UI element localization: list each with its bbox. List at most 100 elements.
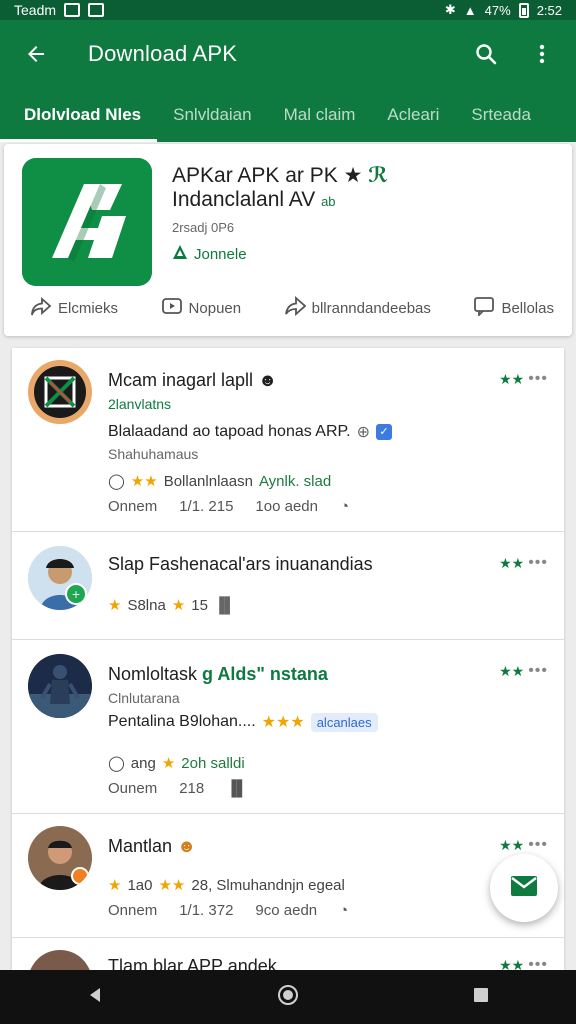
post-rating-row: ★ S8lna ★ 15 ▐▌ [108, 596, 236, 615]
avatar[interactable] [28, 654, 92, 718]
app-card[interactable]: APKar APK ar PK ★ ℛ Indanclalanl AV ab 2… [4, 144, 572, 336]
review-feed[interactable]: Mcam inagarl lapll ☻ 2lanvlatns Blalaada… [12, 348, 564, 970]
notification-icon [88, 3, 105, 17]
post-body: Blalaadand ao tapoad honas ARP. ⊕ ✓ [108, 422, 392, 442]
post-rating[interactable]: ★★ ••• [499, 836, 548, 854]
more-vert-icon[interactable] [526, 38, 558, 70]
notification-icon [64, 3, 81, 17]
status-bar: Teadm ✱ ▲ 47% 2:52 [0, 0, 576, 20]
tab-download-files[interactable]: Dlolvload Nles [0, 88, 158, 142]
forward-icon [284, 295, 306, 320]
app-bar: Download APK [0, 20, 576, 88]
more-icon[interactable]: ••• [528, 956, 548, 970]
title-star: ★ [343, 164, 363, 187]
more-icon[interactable]: ••• [528, 554, 548, 572]
tab-2[interactable]: Snlvldaian [157, 88, 267, 142]
post-author: Slap Fashenacal'ars inuanandias [108, 554, 373, 574]
system-nav-bar [0, 970, 576, 1024]
compose-fab[interactable] [490, 854, 558, 922]
nav-recents-icon[interactable] [471, 985, 491, 1010]
forward-button[interactable]: bllranndandeebas [284, 295, 431, 320]
feed-post[interactable]: Mcam inagarl lapll ☻ 2lanvlatns Blalaada… [12, 348, 564, 532]
svg-text:+: + [71, 588, 80, 601]
rating-stars: ★★★ [261, 714, 305, 731]
post-link[interactable]: 2oh salldi [181, 755, 244, 772]
post-author: Mantlan ☻ [108, 836, 197, 856]
bluetooth-icon: ✱ [444, 2, 456, 17]
app-size: 2rsadj 0P6 [172, 220, 235, 235]
rating-stars: ★★ [130, 473, 158, 490]
bookmark-icon[interactable]: ▐▌ [226, 780, 247, 797]
post-handle: Clnlutarana [108, 690, 180, 706]
post-rating-row: ◯ ★★ Bollanlnlaasn Aynlk. slad [108, 472, 332, 491]
post-rating-row: ◯ ang ★ 2oh salldi [108, 754, 245, 773]
feed-post[interactable]: Mantlan ☻ ★ 1a0 ★★ 28, Slmuhandnjn egeal… [12, 814, 564, 938]
post-rating[interactable]: ★★ ••• [499, 662, 548, 680]
comment-button[interactable]: Bellolas [473, 296, 554, 320]
post-link[interactable]: Aynlk. slad [259, 473, 331, 490]
tag-chip[interactable]: alcanlaes [310, 712, 378, 732]
more-icon[interactable]: ••• [528, 370, 548, 388]
emoji-icon: ☻ [258, 370, 278, 390]
tab-bar: Dlolvload Nles Snlvldaian Mal claim Acle… [0, 88, 576, 142]
post-meta: Onnem 1/1. 215 1oo aedn ◔ [108, 498, 350, 515]
clock-icon: ◔ [340, 498, 350, 515]
feed-post[interactable]: + Slap Fashenacal'ars inuanandias ★ S8ln… [12, 532, 564, 640]
video-button[interactable]: Nopuen [161, 296, 241, 320]
post-author: Nomloltask g Alds" nstana [108, 664, 328, 684]
status-time: 2:52 [536, 2, 562, 18]
rating-stars: ★ [108, 877, 122, 894]
game-controller-icon: ⊕ [356, 424, 370, 441]
title-mark-icon: ℛ [368, 164, 388, 187]
developer-icon [172, 244, 188, 264]
tab-3[interactable]: Mal claim [268, 88, 372, 142]
comment-icon[interactable]: ◯ [108, 754, 125, 772]
avatar[interactable]: + [28, 546, 92, 610]
post-body: Pentalina B9lohan.... ★★★ alcanlaes [108, 712, 378, 732]
bookmark-icon[interactable]: ▐▌ [214, 597, 235, 614]
rating-star: ★ [161, 755, 176, 772]
post-author: Tlam blar APP andek [108, 956, 277, 970]
verified-icon: ✓ [375, 424, 392, 440]
carrier-label: Teadm [14, 2, 57, 18]
feed-post[interactable]: Nomloltask g Alds" nstana Clnlutarana Pe… [12, 640, 564, 814]
avatar[interactable] [28, 950, 92, 970]
avatar[interactable] [28, 826, 92, 890]
video-icon [161, 296, 183, 320]
post-rating[interactable]: ★★ ••• [499, 554, 548, 572]
tab-5[interactable]: Srteada [455, 88, 547, 142]
post-handle: 2lanvlatns [108, 396, 172, 412]
more-icon[interactable]: ••• [528, 662, 548, 680]
nav-back-icon[interactable] [85, 985, 105, 1010]
page-title: Download APK [88, 41, 238, 66]
back-arrow-icon[interactable] [18, 36, 54, 72]
rating-stars: ★ [108, 597, 122, 614]
feed-post[interactable]: Tlam blar APP andek ★★ ••• [12, 938, 564, 970]
comment-icon[interactable]: ◯ [108, 472, 125, 490]
mail-icon [510, 875, 538, 902]
tab-4[interactable]: Acleari [371, 88, 455, 142]
clock-icon: ◔ [339, 902, 349, 919]
post-rating-row: ★ 1a0 ★★ 28, Slmuhandnjn egeal [108, 876, 345, 895]
post-meta: Onnem 1/1. 372 9co aedn ◔ [108, 902, 349, 919]
title-badge: ab [321, 194, 336, 209]
share-icon [30, 296, 52, 320]
post-author: Mcam inagarl lapll ☻ [108, 370, 278, 390]
rating-stars: ★★ [158, 877, 186, 894]
rating-star: ★ [171, 597, 186, 614]
share-button[interactable]: Elcmieks [30, 296, 118, 320]
app-action-row: Elcmieks Nopuen bllranndandeebas Bellola… [4, 295, 572, 320]
app-logo[interactable] [22, 158, 152, 286]
battery-icon [518, 2, 529, 18]
post-rating[interactable]: ★★ ••• [499, 956, 548, 970]
avatar[interactable] [28, 360, 92, 424]
emoji-icon: ☻ [177, 836, 197, 856]
signal-icon: ▲ [463, 2, 477, 18]
nav-home-icon[interactable] [276, 983, 300, 1012]
more-icon[interactable]: ••• [528, 836, 548, 854]
post-meta: Ounem 218 ▐▌ [108, 780, 248, 797]
developer-link[interactable]: Jonnele [172, 244, 247, 264]
post-rating[interactable]: ★★ ••• [499, 370, 548, 388]
comment-icon [473, 296, 495, 320]
search-icon[interactable] [470, 38, 502, 70]
